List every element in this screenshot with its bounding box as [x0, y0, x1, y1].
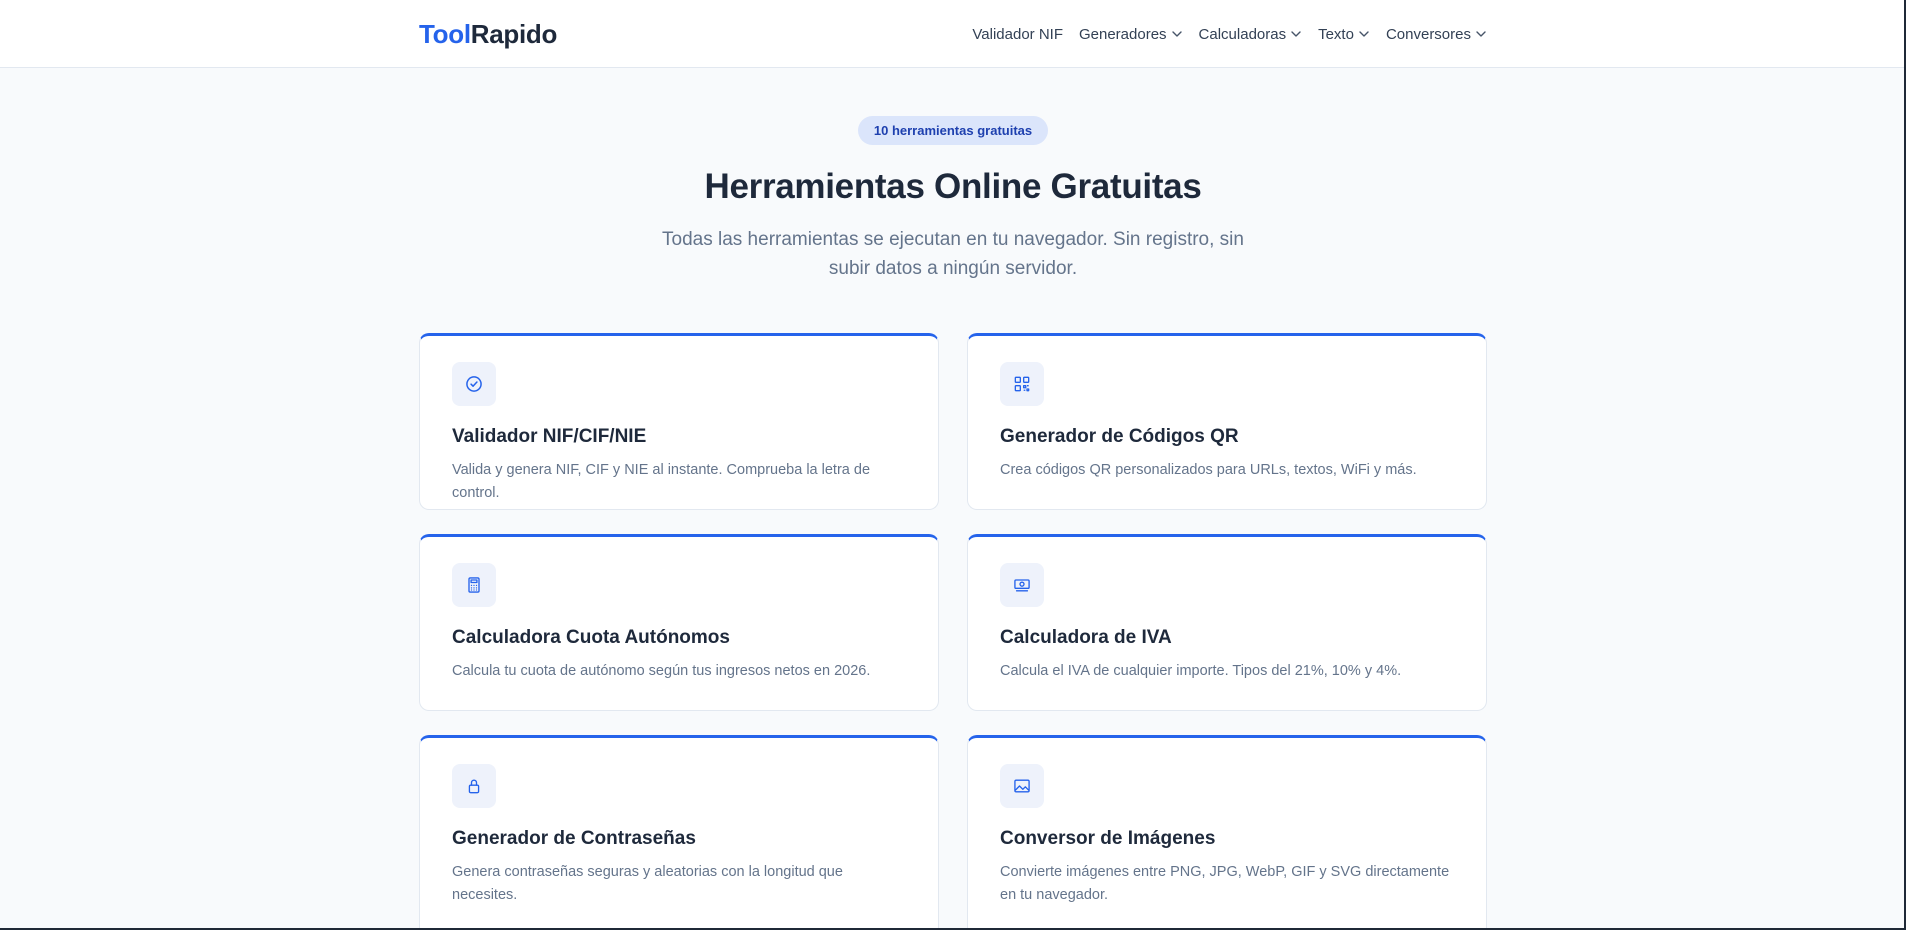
tool-card-generador-contrasenas[interactable]: Generador de Contraseñas Genera contrase… [419, 735, 939, 930]
nav-conversores[interactable]: Conversores [1386, 22, 1487, 47]
nav-validador-nif[interactable]: Validador NIF [972, 22, 1063, 47]
nav-label: Generadores [1078, 25, 1167, 43]
calculator-icon [468, 577, 480, 593]
nav-label: Calculadoras [1198, 25, 1287, 43]
tool-card-title: Generador de Códigos QR [1000, 426, 1239, 447]
logo-part-tool: Tool [419, 18, 471, 49]
tool-card-cuota-autonomos[interactable]: Calculadora Cuota Autónomos Calcula tu c… [419, 534, 939, 711]
tool-card-conversor-imagenes[interactable]: Conversor de Imágenes Convierte imágenes… [967, 735, 1487, 930]
tool-card-description: Genera contraseñas seguras y aleatorias … [452, 864, 843, 903]
image-icon [1014, 779, 1030, 793]
chevron-down-icon [1291, 31, 1301, 37]
nav-texto[interactable]: Texto [1318, 22, 1370, 47]
main-nav: Validador NIF Generadores Calculadoras T… [972, 22, 1487, 47]
tool-card-title: Generador de Contraseñas [452, 828, 696, 849]
page-subtitle: Todas las herramientas se ejecutan en tu… [662, 229, 1244, 279]
qr-code-icon [1014, 376, 1030, 392]
tool-card-description: Crea códigos QR personalizados para URLs… [1000, 462, 1417, 478]
tool-card-description: Valida y genera NIF, CIF y NIE al instan… [452, 462, 871, 501]
card-icon-box [452, 362, 496, 406]
site-header: ToolRapido Validador NIF Generadores Cal… [0, 0, 1906, 68]
card-icon-box [1000, 362, 1044, 406]
tool-card-title: Validador NIF/CIF/NIE [452, 426, 647, 447]
card-icon-box [1000, 764, 1044, 808]
logo-part-rapido: Rapido [470, 18, 558, 49]
nav-label: Texto [1318, 25, 1354, 43]
tool-card-title: Calculadora Cuota Autónomos [452, 627, 730, 648]
tool-card-calculadora-iva[interactable]: Calculadora de IVA Calcula el IVA de cua… [967, 534, 1487, 711]
page: ToolRapido Validador NIF Generadores Cal… [0, 0, 1906, 930]
site-logo[interactable]: ToolRapido [419, 19, 557, 50]
lock-icon [468, 779, 480, 794]
card-icon-box [452, 764, 496, 808]
header-inner: ToolRapido Validador NIF Generadores Cal… [419, 0, 1487, 68]
card-icon-box [1000, 563, 1044, 607]
money-icon [1014, 579, 1030, 592]
chevron-down-icon [1171, 31, 1182, 37]
page-title: Herramientas Online Gratuitas [704, 167, 1202, 206]
tool-card-title: Conversor de Imágenes [1000, 828, 1216, 849]
tool-card-generador-qr[interactable]: Generador de Códigos QR Crea códigos QR … [967, 333, 1487, 510]
card-icon-box [452, 563, 496, 607]
tools-count-badge: 10 herramientas gratuitas [857, 116, 1049, 145]
tool-card-description: Calcula tu cuota de autónomo según tus i… [452, 663, 871, 679]
chevron-down-icon [1359, 31, 1369, 37]
tool-card-description: Calcula el IVA de cualquier importe. Tip… [1000, 663, 1402, 679]
hero-section: 10 herramientas gratuitas Herramientas O… [0, 68, 1906, 283]
nav-calculadoras[interactable]: Calculadoras [1199, 22, 1303, 47]
chevron-down-icon [1476, 31, 1486, 37]
tool-card-description: Convierte imágenes entre PNG, JPG, WebP,… [1000, 864, 1450, 903]
tools-grid: Validador NIF/CIF/NIE Valida y genera NI… [419, 333, 1487, 930]
check-circle-icon [466, 376, 482, 392]
tool-card-validador-nif[interactable]: Validador NIF/CIF/NIE Valida y genera NI… [419, 333, 939, 510]
nav-label: Validador NIF [972, 25, 1063, 43]
tool-card-title: Calculadora de IVA [1000, 627, 1172, 648]
nav-generadores[interactable]: Generadores [1079, 22, 1183, 47]
nav-label: Conversores [1385, 25, 1471, 43]
